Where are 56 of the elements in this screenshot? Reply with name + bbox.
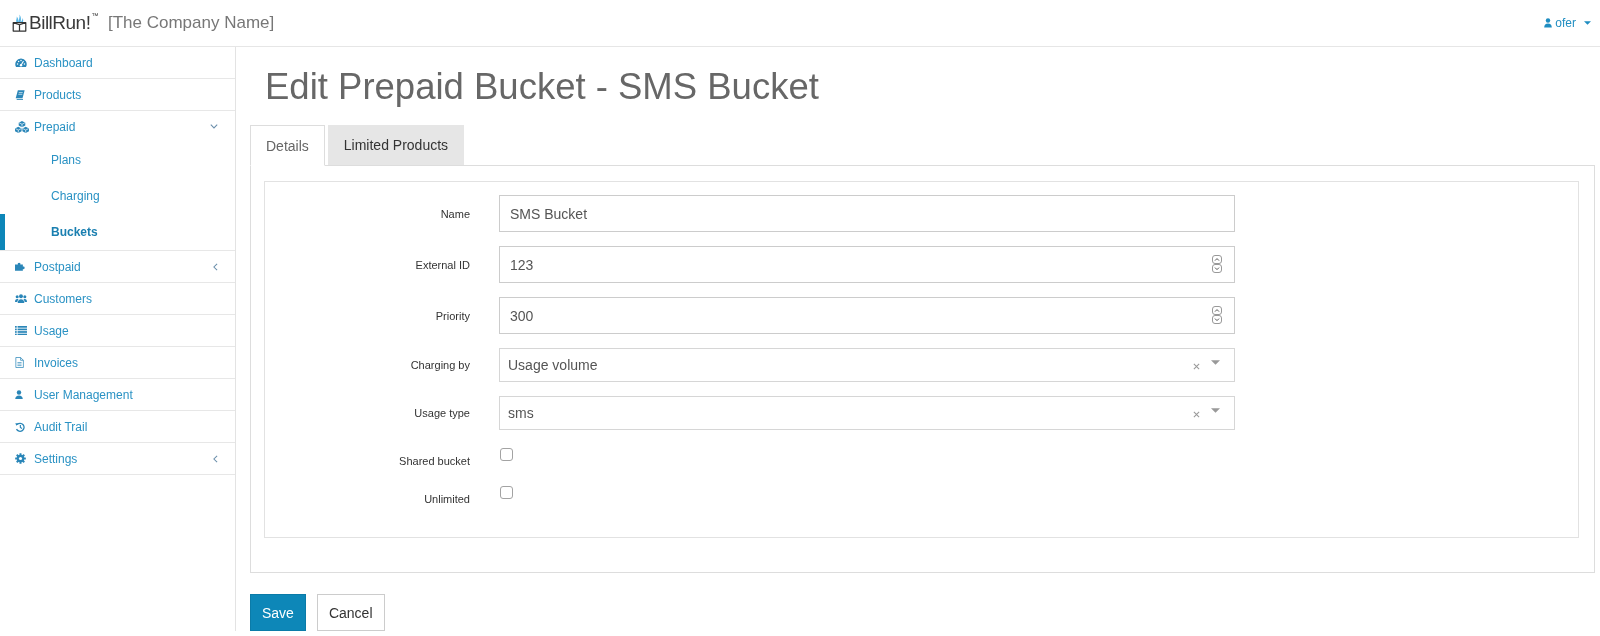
field-label: External ID bbox=[414, 258, 470, 271]
sidebar-item[interactable]: User Management bbox=[0, 379, 235, 410]
field-label: Unlimited bbox=[423, 493, 470, 506]
sidebar-item[interactable]: Settings bbox=[0, 443, 235, 474]
sidebar-subitem[interactable]: Buckets bbox=[0, 214, 235, 250]
users-icon bbox=[15, 294, 27, 303]
clear-icon[interactable] bbox=[1193, 363, 1200, 370]
logo-icon bbox=[12, 14, 27, 32]
default-button[interactable]: Cancel bbox=[316, 594, 385, 631]
company-name: [The Company Name] bbox=[108, 13, 275, 33]
sidebar-item[interactable]: Customers bbox=[0, 283, 235, 314]
user-icon bbox=[15, 389, 23, 400]
sidebar-item[interactable]: Audit Trail bbox=[0, 411, 235, 442]
field-label: Priority bbox=[434, 309, 470, 322]
select-field[interactable]: Usage volume bbox=[499, 348, 1235, 382]
list-icon bbox=[15, 325, 27, 336]
sidebar-item[interactable]: Prepaid bbox=[0, 111, 235, 142]
settings-icon bbox=[15, 453, 26, 464]
caret-icon[interactable] bbox=[1211, 408, 1220, 413]
history-icon bbox=[15, 421, 25, 432]
checkbox[interactable] bbox=[500, 486, 513, 499]
sidebar-subitem[interactable]: Charging bbox=[0, 178, 235, 214]
chevron-up-icon[interactable] bbox=[1212, 255, 1222, 264]
text-field[interactable]: SMS Bucket bbox=[499, 195, 1235, 232]
caret-icon[interactable] bbox=[1211, 360, 1220, 365]
tab[interactable]: Limited Products bbox=[327, 125, 465, 165]
chevron-down-icon[interactable] bbox=[1212, 264, 1222, 273]
caret-icon bbox=[1584, 21, 1591, 25]
page-title: Edit Prepaid Bucket - SMS Bucket bbox=[265, 65, 820, 109]
field-label: Usage type bbox=[413, 407, 470, 419]
chevron-up-icon[interactable] bbox=[1212, 306, 1222, 315]
field-label: Charging by bbox=[409, 359, 470, 371]
user-menu[interactable]: ofer bbox=[1544, 16, 1591, 30]
document-icon bbox=[15, 357, 24, 368]
select-field[interactable]: sms bbox=[499, 396, 1235, 430]
number-field[interactable]: 123 bbox=[499, 246, 1235, 283]
number-field[interactable]: 300 bbox=[499, 297, 1235, 334]
sidebar-item[interactable]: Usage bbox=[0, 315, 235, 346]
sidebar-subitem[interactable]: Plans bbox=[0, 142, 235, 178]
primary-button[interactable]: Save bbox=[250, 594, 306, 631]
field-label: Shared bucket bbox=[398, 455, 470, 468]
user-icon bbox=[1544, 18, 1553, 28]
tab[interactable]: Details bbox=[250, 125, 325, 166]
chevron-down-icon[interactable] bbox=[1212, 315, 1222, 324]
checkbox[interactable] bbox=[500, 448, 513, 461]
puzzle-icon bbox=[15, 262, 26, 271]
cubes-icon bbox=[15, 120, 29, 133]
book-icon bbox=[15, 89, 25, 100]
sidebar-item[interactable]: Products bbox=[0, 79, 235, 110]
sidebar-item[interactable]: Postpaid bbox=[0, 251, 235, 282]
gauge-icon bbox=[15, 57, 27, 68]
logo-text: BillRun!$^{™}$ bbox=[29, 12, 98, 34]
sidebar-item[interactable]: Dashboard bbox=[0, 47, 235, 78]
field-label: Name bbox=[439, 207, 470, 220]
sidebar-item[interactable]: Invoices bbox=[0, 347, 235, 378]
clear-icon[interactable] bbox=[1193, 411, 1200, 418]
